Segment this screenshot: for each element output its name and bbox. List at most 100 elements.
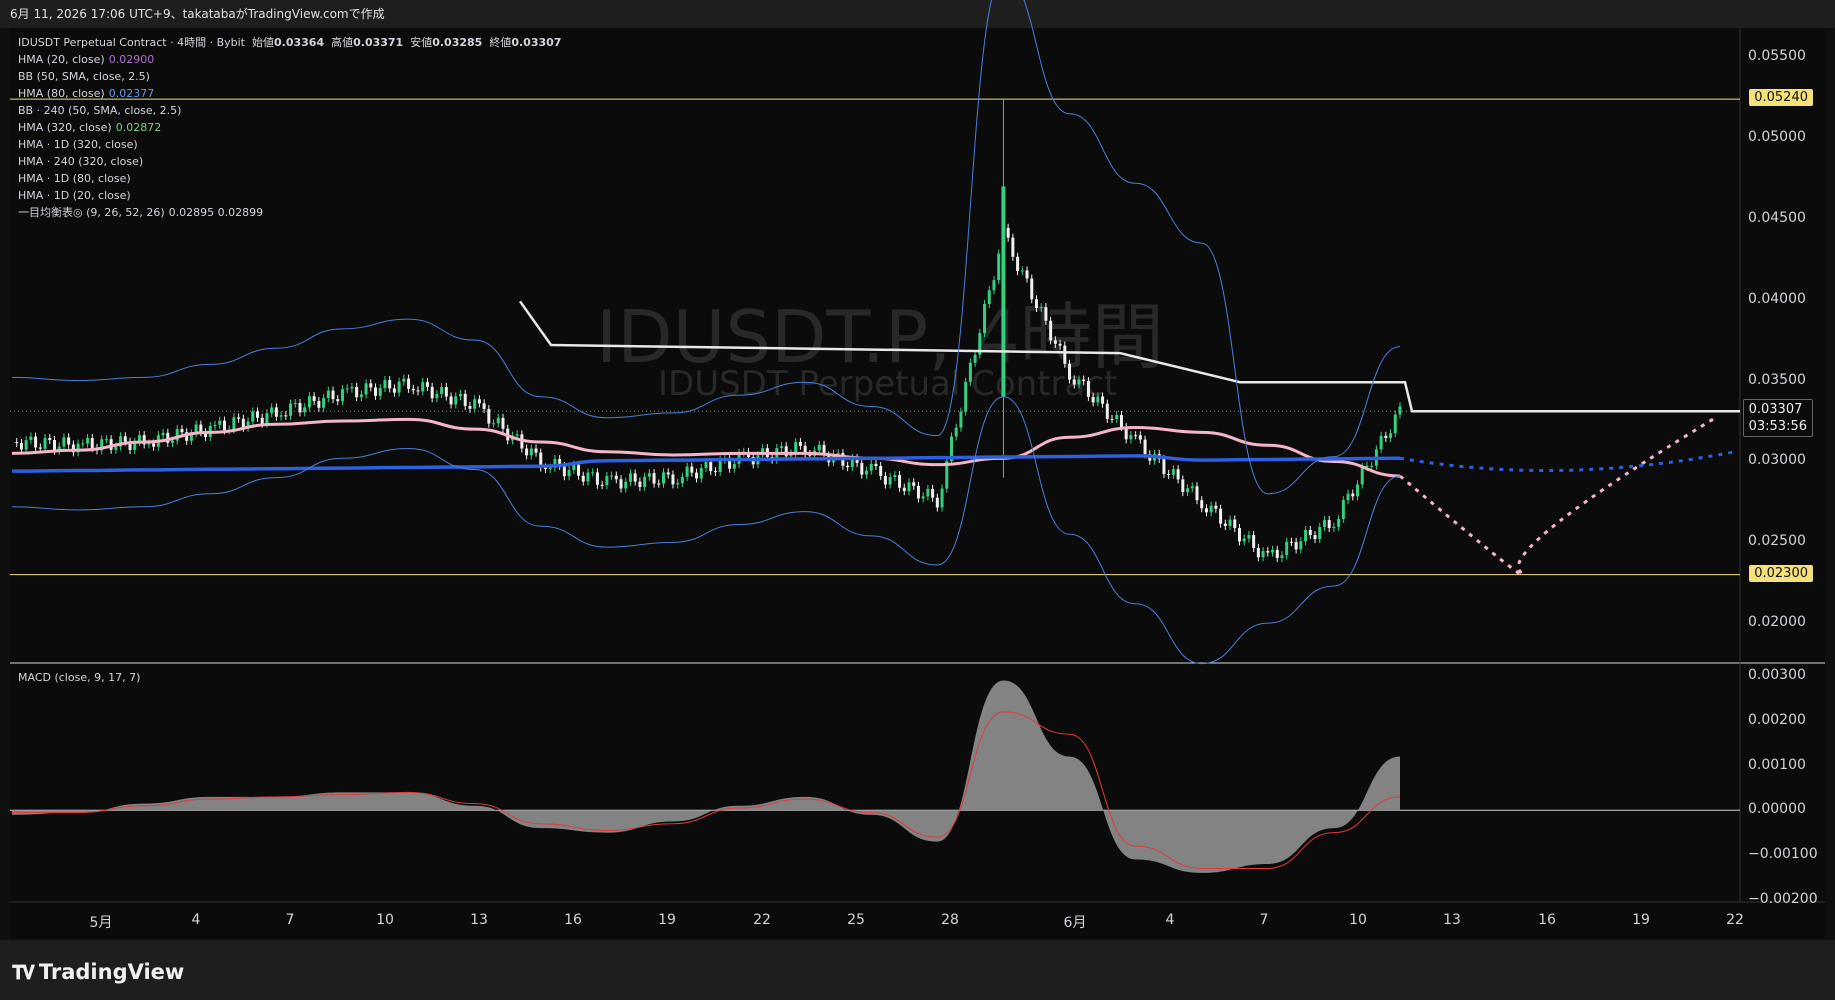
macd-tick-label: 0.00000 bbox=[1748, 801, 1806, 818]
legend-symbol-row[interactable]: IDUSDT Perpetual Contract · 4時間 · Bybit … bbox=[18, 34, 561, 51]
indicator-row[interactable]: HMA · 1D (20, close) bbox=[18, 187, 561, 204]
indicator-label: HMA · 240 (320, close) bbox=[18, 155, 144, 168]
candle-body bbox=[251, 411, 255, 422]
candle-body bbox=[1271, 549, 1275, 553]
candle-body bbox=[477, 399, 481, 404]
time-tick-label: 22 bbox=[753, 912, 771, 928]
legend-symbol: IDUSDT Perpetual Contract · 4時間 · Bybit bbox=[18, 36, 245, 49]
candle-body bbox=[1332, 526, 1336, 528]
indicator-row[interactable]: BB · 240 (50, SMA, close, 2.5) bbox=[18, 102, 561, 119]
candle-body bbox=[959, 411, 963, 428]
candle-body bbox=[492, 423, 496, 425]
tradingview-logo-icon: 𝐓𝐕 bbox=[12, 962, 35, 984]
indicator-row[interactable]: HMA · 1D (80, close) bbox=[18, 170, 561, 187]
candle-body bbox=[274, 407, 278, 417]
candle-body bbox=[307, 396, 311, 408]
candle-body bbox=[704, 462, 708, 469]
candle-body bbox=[303, 407, 307, 413]
candle-body bbox=[699, 468, 703, 479]
price-tick-label: 0.03500 bbox=[1748, 371, 1806, 388]
candle-body bbox=[1039, 307, 1043, 309]
candle-body bbox=[628, 473, 632, 482]
candle-body bbox=[846, 465, 850, 468]
candle-body bbox=[709, 462, 713, 472]
candle-body bbox=[255, 411, 259, 418]
candle-body bbox=[525, 448, 529, 456]
candle-body bbox=[1200, 500, 1204, 509]
time-tick-label: 22 bbox=[1726, 912, 1744, 928]
time-tick-label: 10 bbox=[376, 912, 394, 928]
candle-body bbox=[90, 437, 94, 448]
indicator-row[interactable]: HMA · 1D (320, close) bbox=[18, 136, 561, 153]
candle-body bbox=[1058, 343, 1062, 346]
candle-body bbox=[1204, 508, 1208, 513]
candle-body bbox=[392, 388, 396, 393]
candle-body bbox=[1384, 435, 1388, 438]
candle-body bbox=[562, 465, 566, 477]
candle-body bbox=[1214, 505, 1218, 509]
candle-body bbox=[1176, 469, 1180, 480]
indicator-value: 0.02872 bbox=[115, 121, 162, 134]
candle-body bbox=[24, 440, 28, 450]
macd-legend[interactable]: MACD (close, 9, 17, 7) bbox=[18, 671, 140, 684]
candle-body bbox=[114, 446, 118, 450]
candle-body bbox=[916, 485, 920, 499]
indicator-value: 0.02895 0.02899 bbox=[168, 206, 264, 219]
candle-body bbox=[548, 467, 552, 469]
candle-body bbox=[1356, 484, 1360, 497]
macd-tick-label: −0.00200 bbox=[1748, 890, 1818, 907]
indicator-row[interactable]: HMA (20, close) 0.02900 bbox=[18, 51, 561, 68]
candle-body bbox=[350, 386, 354, 389]
candle-body bbox=[237, 417, 241, 419]
footer-bar bbox=[0, 940, 1835, 1000]
candle-body bbox=[1072, 379, 1076, 385]
indicator-label: BB (50, SMA, close, 2.5) bbox=[18, 70, 150, 83]
candle-body bbox=[1223, 523, 1227, 526]
tradingview-logo[interactable]: 𝐓𝐕 TradingView bbox=[12, 960, 184, 984]
candle-body bbox=[671, 474, 675, 485]
candle-body bbox=[317, 400, 321, 408]
macd-tick-label: 0.00100 bbox=[1748, 756, 1806, 773]
legend: IDUSDT Perpetual Contract · 4時間 · Bybit … bbox=[18, 34, 561, 221]
indicator-row[interactable]: 一目均衡表◎ (9, 26, 52, 26) 0.02895 0.02899 bbox=[18, 204, 561, 221]
candle-body bbox=[600, 484, 604, 486]
ohlc-open: 始値0.03364 bbox=[252, 36, 325, 49]
candle-body bbox=[1360, 467, 1364, 485]
candle-body bbox=[595, 472, 599, 485]
candle-body bbox=[487, 408, 491, 424]
candle-body bbox=[388, 380, 392, 389]
candle-body bbox=[1308, 529, 1312, 536]
candle-body bbox=[940, 488, 944, 508]
candle-body bbox=[265, 413, 269, 424]
candle-body bbox=[86, 437, 90, 444]
candle-body bbox=[1256, 547, 1260, 558]
indicator-row[interactable]: BB (50, SMA, close, 2.5) bbox=[18, 68, 561, 85]
indicator-row[interactable]: HMA (80, close) 0.02377 bbox=[18, 85, 561, 102]
candle-body bbox=[81, 443, 85, 445]
candle-body bbox=[1275, 549, 1279, 559]
bollinger-lower bbox=[11, 396, 1401, 665]
indicator-row[interactable]: HMA · 240 (320, close) bbox=[18, 153, 561, 170]
candle-body bbox=[534, 448, 538, 453]
candle-body bbox=[1049, 320, 1053, 341]
indicator-row[interactable]: HMA (320, close) 0.02872 bbox=[18, 119, 561, 136]
candle-body bbox=[907, 482, 911, 492]
candle-body bbox=[577, 464, 581, 476]
candle-body bbox=[1129, 435, 1133, 440]
candle-body bbox=[732, 463, 736, 469]
candle-body bbox=[336, 399, 340, 402]
indicator-label: HMA (80, close) bbox=[18, 87, 105, 100]
macd-tick-label: 0.00300 bbox=[1748, 667, 1806, 684]
candle-body bbox=[888, 477, 892, 485]
bar-countdown: 03:53:56 bbox=[1748, 419, 1807, 435]
candle-body bbox=[1016, 256, 1020, 272]
candle-body bbox=[1237, 528, 1241, 542]
candle-body bbox=[241, 418, 245, 428]
indicator-label: HMA (320, close) bbox=[18, 121, 112, 134]
candle-body bbox=[289, 403, 293, 416]
candle-body bbox=[515, 434, 519, 436]
candle-body bbox=[421, 382, 425, 392]
indicator-value: 0.02377 bbox=[108, 87, 155, 100]
candle-body bbox=[1105, 403, 1109, 419]
candle-body bbox=[926, 488, 930, 497]
